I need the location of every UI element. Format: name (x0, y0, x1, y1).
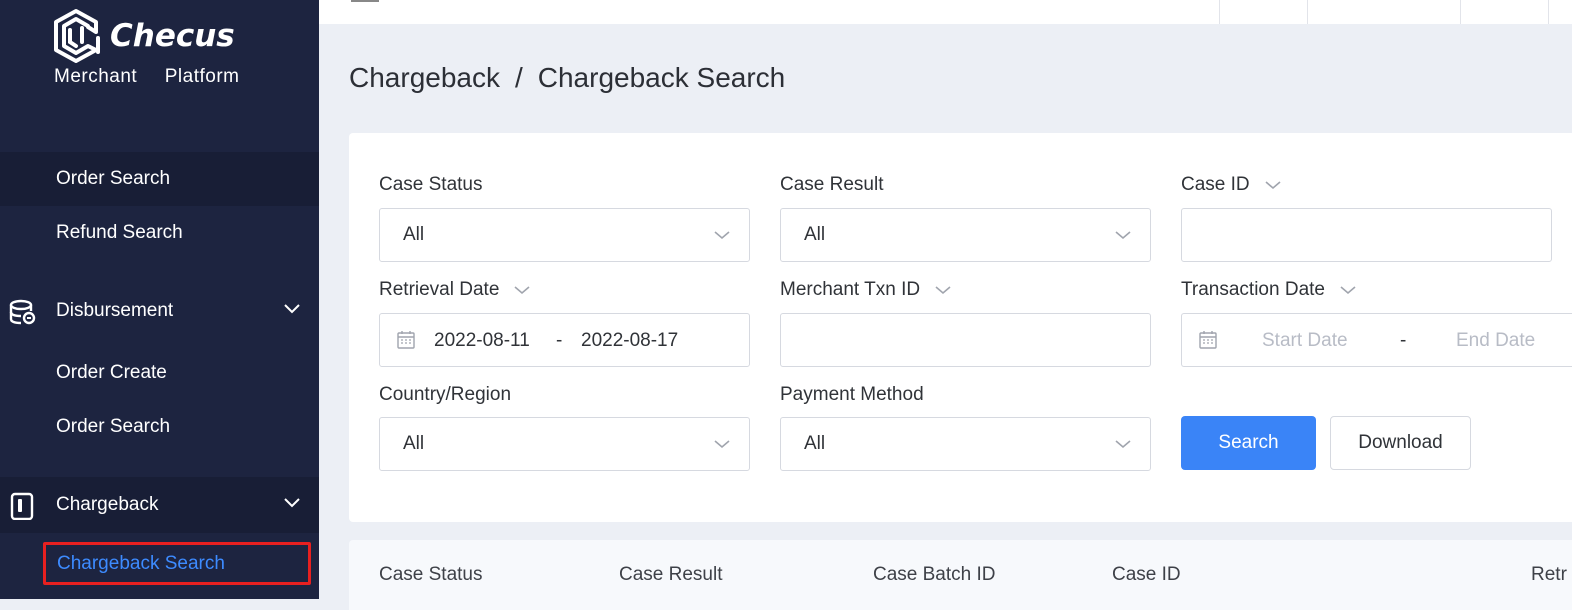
date-range-separator: - (556, 330, 563, 351)
column-header: Retr (1531, 564, 1567, 585)
case-status-label: Case Status (379, 174, 483, 196)
download-button[interactable]: Download (1330, 416, 1471, 470)
transaction-date-range[interactable]: Start Date - End Date (1181, 313, 1572, 367)
column-header: Case Result (619, 564, 723, 585)
case-result-value: All (804, 224, 826, 245)
case-result-select[interactable]: All (780, 208, 1151, 262)
breadcrumb-parent[interactable]: Chargeback (349, 62, 500, 94)
sidebar-item-label: Refund Search (56, 222, 183, 243)
sidebar-item-label: Order Search (56, 416, 171, 437)
retrieval-date-label[interactable]: Retrieval Date (379, 279, 531, 301)
top-bar (319, 0, 1572, 24)
chevron-down-icon (284, 304, 300, 314)
merchant-txn-id-label[interactable]: Merchant Txn ID (780, 279, 952, 301)
retrieval-date-start: 2022-08-11 (434, 330, 530, 351)
results-table-header: Case Status Case Result Case Batch ID Ca… (349, 540, 1572, 610)
retrieval-date-range[interactable]: 2022-08-11 - 2022-08-17 (379, 313, 750, 367)
breadcrumb: Chargeback / Chargeback Search (349, 62, 785, 94)
chevron-down-icon (714, 440, 730, 449)
calendar-icon (1199, 331, 1217, 349)
country-region-value: All (403, 433, 425, 454)
chevron-down-icon (935, 286, 951, 295)
sidebar-item-label: Chargeback Search (57, 552, 225, 574)
merchant-txn-id-label-text: Merchant Txn ID (780, 279, 921, 300)
sidebar-item-label: Order Search (56, 168, 171, 189)
case-result-label-text: Case Result (780, 174, 884, 195)
payment-method-value: All (804, 433, 826, 454)
menu-toggle-icon[interactable] (351, 0, 379, 2)
topbar-divider (1219, 0, 1220, 24)
country-region-select[interactable]: All (379, 417, 750, 471)
retrieval-date-label-text: Retrieval Date (379, 279, 500, 300)
sidebar-item-order-create[interactable]: Order Create (0, 346, 319, 400)
topbar-divider (1460, 0, 1461, 24)
mobile-icon (10, 492, 34, 520)
sidebar-group-label: Disbursement (56, 300, 174, 321)
country-region-label: Country/Region (379, 384, 511, 406)
payment-method-label: Payment Method (780, 384, 924, 406)
sidebar-item-order-search[interactable]: Order Search (0, 152, 319, 206)
search-button[interactable]: Search (1181, 416, 1316, 470)
column-header: Case ID (1112, 564, 1181, 585)
column-header: Case Batch ID (873, 564, 996, 585)
topbar-divider (1548, 0, 1549, 24)
checus-logo-icon (54, 9, 100, 63)
transaction-date-end: End Date (1456, 330, 1536, 351)
chevron-down-icon (1265, 181, 1281, 190)
column-header: Case Status (379, 564, 483, 585)
database-icon (9, 299, 36, 325)
sidebar-item-disbursement-order-search[interactable]: Order Search (0, 400, 319, 454)
sidebar-group-chargeback[interactable]: Chargeback (0, 477, 319, 533)
chevron-down-icon (714, 231, 730, 240)
sidebar-group-label: Chargeback (56, 494, 159, 515)
sidebar-item-chargeback-search[interactable]: Chargeback Search (43, 542, 311, 585)
transaction-date-label-text: Transaction Date (1181, 279, 1325, 300)
transaction-date-start: Start Date (1262, 330, 1348, 351)
topbar-divider (1307, 0, 1308, 24)
case-id-input[interactable] (1181, 208, 1552, 262)
breadcrumb-current: Chargeback Search (537, 62, 786, 93)
calendar-icon (397, 331, 415, 349)
breadcrumb-separator: / (514, 62, 523, 93)
case-status-select[interactable]: All (379, 208, 750, 262)
chevron-down-icon (1115, 440, 1131, 449)
brand-name: Checus (110, 18, 235, 54)
sidebar-group-disbursement[interactable]: Disbursement (0, 283, 319, 339)
case-id-label-text: Case ID (1181, 174, 1250, 195)
chevron-down-icon (284, 498, 300, 508)
retrieval-date-end: 2022-08-17 (581, 330, 679, 351)
case-status-value: All (403, 224, 425, 245)
country-region-label-text: Country/Region (379, 384, 512, 405)
chevron-down-icon (514, 286, 530, 295)
payment-method-select[interactable]: All (780, 417, 1151, 471)
brand-logo: Checus (54, 8, 235, 64)
sidebar-item-refund-search[interactable]: Refund Search (0, 206, 319, 260)
merchant-txn-id-input[interactable] (780, 313, 1151, 367)
brand-subtitle: Merchant Platform (54, 66, 240, 87)
sidebar-item-label: Order Create (56, 362, 167, 383)
case-id-label[interactable]: Case ID (1181, 174, 1282, 196)
chevron-down-icon (1115, 231, 1131, 240)
transaction-date-label[interactable]: Transaction Date (1181, 279, 1357, 301)
date-range-separator: - (1400, 330, 1407, 351)
case-result-label: Case Result (780, 174, 884, 196)
case-status-label-text: Case Status (379, 174, 483, 195)
sidebar: Checus Merchant Platform Order Search Re… (0, 0, 319, 599)
payment-method-label-text: Payment Method (780, 384, 924, 405)
chevron-down-icon (1340, 286, 1356, 295)
